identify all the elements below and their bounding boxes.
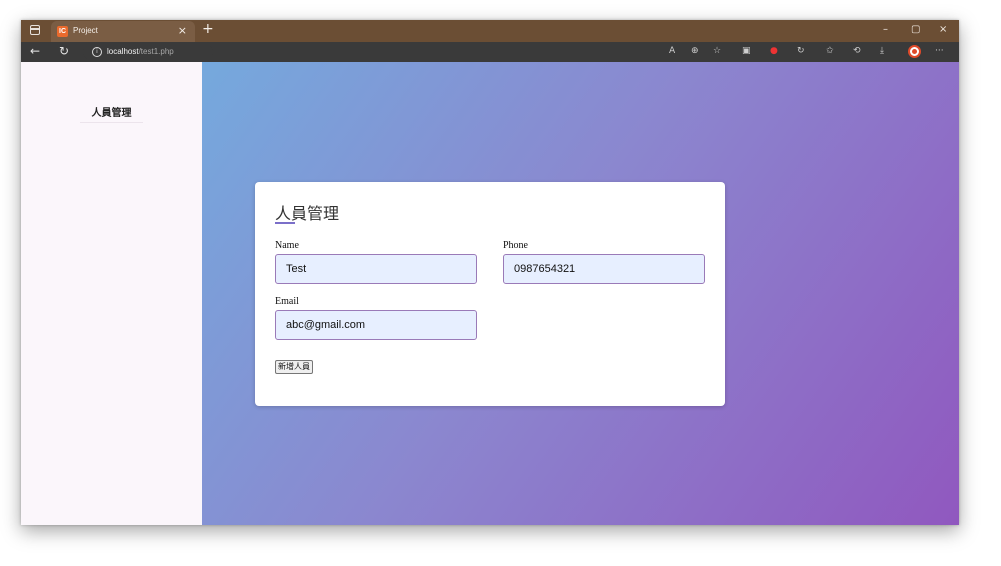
- zoom-icon[interactable]: ⊕: [691, 46, 699, 56]
- person-form-card: 人員管理 Name Test Phone 0987654321 Email ab…: [255, 182, 725, 406]
- tab-close-icon[interactable]: ×: [178, 24, 187, 37]
- extension-icon[interactable]: ●: [770, 46, 778, 56]
- refresh-button[interactable]: ↻: [59, 44, 69, 58]
- more-icon[interactable]: ···: [935, 46, 944, 56]
- name-field[interactable]: Test: [275, 254, 477, 284]
- history-icon[interactable]: ⟲: [853, 46, 861, 56]
- title-accent-line: [275, 222, 295, 224]
- browser-window: IC Project × + – ▢ × ← ↻ i localhost/tes…: [21, 20, 959, 525]
- site-info-icon[interactable]: i: [92, 47, 102, 57]
- new-tab-button[interactable]: +: [202, 21, 214, 37]
- phone-field[interactable]: 0987654321: [503, 254, 705, 284]
- copilot-icon[interactable]: ↻: [797, 46, 805, 56]
- main-area: 人員管理 Name Test Phone 0987654321 Email ab…: [202, 62, 959, 525]
- title-bar: IC Project × + – ▢ ×: [21, 20, 959, 42]
- sidebar-item-people-management[interactable]: 人員管理: [21, 104, 202, 119]
- add-favorite-icon[interactable]: ☆: [713, 46, 721, 56]
- downloads-icon[interactable]: ⤓: [880, 46, 884, 56]
- restore-button[interactable]: ▢: [911, 24, 920, 35]
- window-menu-icon[interactable]: [30, 25, 40, 35]
- split-screen-icon[interactable]: ▣: [742, 46, 751, 56]
- sidebar: 人員管理: [21, 62, 202, 525]
- tab-project[interactable]: IC Project ×: [51, 21, 195, 42]
- form-title: 人員管理: [275, 204, 340, 223]
- sidebar-divider: [80, 122, 143, 123]
- phone-label: Phone: [503, 240, 528, 251]
- name-label: Name: [275, 240, 299, 251]
- page-content: 人員管理 人員管理 Name Test Phone 0987654321 Ema…: [21, 62, 959, 525]
- favorites-icon[interactable]: ✩: [826, 46, 834, 56]
- read-aloud-icon[interactable]: A: [669, 46, 675, 56]
- address-bar-row: ← ↻ i localhost/test1.php A ⊕ ☆ ▣ ● ↻ ✩ …: [21, 42, 959, 62]
- back-button[interactable]: ←: [30, 44, 40, 58]
- email-field[interactable]: abc@gmail.com: [275, 310, 477, 340]
- minimize-button[interactable]: –: [883, 24, 888, 35]
- tab-favicon-icon: IC: [57, 26, 68, 37]
- url-text[interactable]: localhost/test1.php: [107, 47, 174, 56]
- tab-title: Project: [73, 26, 98, 35]
- close-window-button[interactable]: ×: [939, 24, 947, 35]
- address-bar[interactable]: i localhost/test1.php: [83, 44, 213, 60]
- email-label: Email: [275, 296, 299, 307]
- add-person-button[interactable]: 新增人員: [275, 360, 313, 374]
- profile-icon[interactable]: [908, 45, 921, 58]
